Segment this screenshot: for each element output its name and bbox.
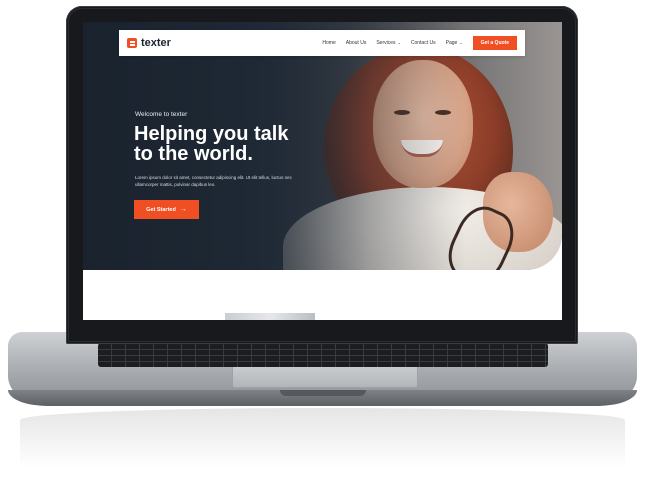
nav-item-contact-us[interactable]: Contact Us — [411, 40, 436, 46]
section-image-peek — [225, 313, 315, 320]
site-navbar: texter Home About Us Services ⌄ Contact U… — [119, 30, 525, 56]
get-started-button[interactable]: Get Started → — [134, 200, 199, 219]
logo-text: texter — [141, 37, 171, 49]
laptop-opening-notch — [280, 390, 366, 396]
laptop-keyboard — [98, 343, 548, 367]
hero-description: Lorem ipsum dolor sit amet, consectetur … — [135, 175, 292, 187]
hero-headline-line: Helping you talk — [134, 123, 289, 145]
get-started-label: Get Started — [146, 206, 176, 213]
chevron-down-icon: ⌄ — [459, 40, 463, 45]
get-a-quote-button[interactable]: Get a Quote — [472, 36, 517, 50]
laptop-reflection — [20, 408, 625, 468]
logo-icon — [127, 38, 137, 48]
hero-section: texter Home About Us Services ⌄ Contact U… — [83, 22, 562, 270]
nav-item-home[interactable]: Home — [322, 40, 335, 46]
laptop-trackpad — [232, 367, 418, 388]
nav-menu: Home About Us Services ⌄ Contact Us Page ⌄… — [322, 36, 525, 50]
arrow-right-icon: → — [179, 206, 187, 213]
laptop-screen: texter Home About Us Services ⌄ Contact U… — [83, 22, 562, 320]
nav-item-page[interactable]: Page ⌄ — [446, 40, 463, 46]
nav-item-about-us[interactable]: About Us — [346, 40, 367, 46]
hero-headline: Helping you talk to the world. — [134, 124, 334, 164]
hero-headline-line: to the world. — [134, 143, 253, 165]
hero-eyebrow: Welcome to texter — [135, 111, 188, 118]
chevron-down-icon: ⌄ — [397, 40, 401, 45]
site-logo[interactable]: texter — [127, 37, 171, 49]
nav-item-services[interactable]: Services ⌄ — [376, 40, 401, 46]
